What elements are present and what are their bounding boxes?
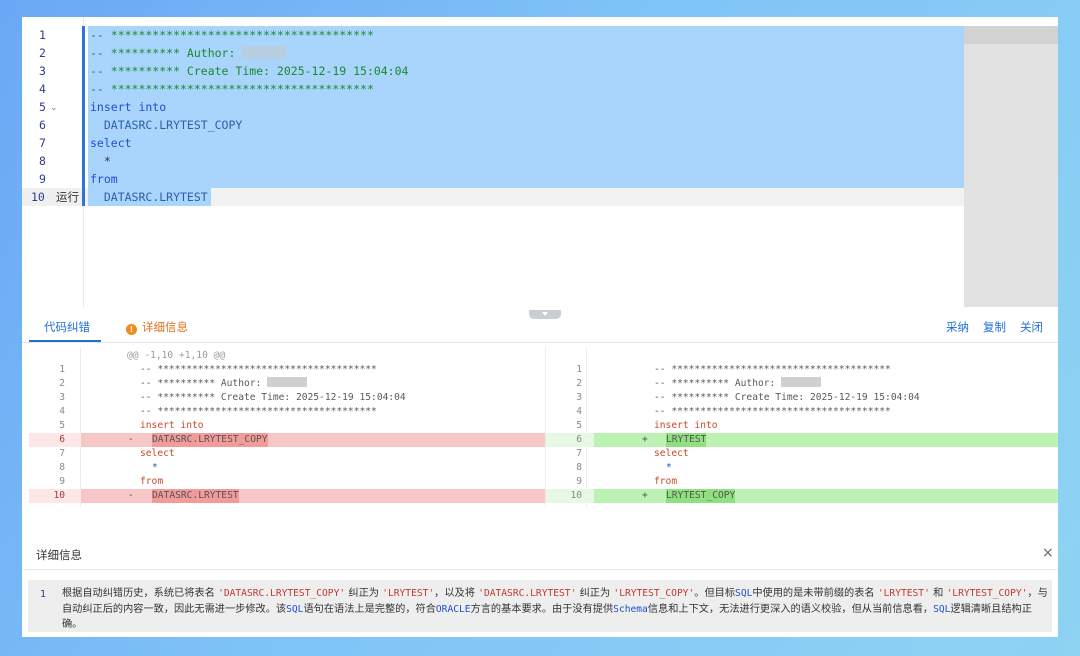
diff-minus-marker: - — [128, 490, 134, 501]
run-button[interactable]: 运行 — [56, 188, 79, 206]
code-line: -- *************************************… — [90, 82, 374, 96]
line-number: 8 — [39, 154, 46, 168]
diff-line-added: 6 + LRYTEST — [546, 433, 1058, 447]
redacted-author — [267, 377, 308, 387]
code-line: DATASRC.LRYTEST_COPY — [90, 118, 243, 132]
line-number: 3 — [39, 64, 46, 78]
sql-editor[interactable]: 1 2 3 4 5 ⌄ 6 7 8 9 10 运行 -- *************… — [22, 17, 1058, 307]
line-number: 1 — [39, 28, 46, 42]
code-line: -- ********** Create Time: 2025-12-19 15… — [90, 64, 409, 78]
diff-line: 3 -- ********** Create Time: 2025-12-19 1… — [576, 392, 920, 403]
code-line: -- *************************************… — [90, 28, 374, 42]
message-line-number: 1 — [40, 589, 47, 600]
diff-line: 2 -- ********** Author: — [546, 377, 1058, 391]
diff-plus-marker: + — [642, 434, 648, 445]
diff-hunk-header: @@ -1,10 +1,10 @@ — [127, 350, 226, 361]
detail-message-box: 1 根据自动纠错历史，系统已将表名 'DATASRC.LRYTEST_COPY'… — [28, 580, 1052, 632]
code-line: -- ********** Author: — [90, 44, 287, 62]
diff-line: 1 -- ************************************… — [576, 364, 891, 375]
diff-line: 2 -- ********** Author: — [29, 377, 545, 391]
line-number: 7 — [39, 136, 46, 150]
diff-original-pane: @@ -1,10 +1,10 @@ 1 -- ******************… — [29, 347, 545, 507]
diff-line: 5 insert into — [576, 420, 718, 431]
diff-line-added: 10 + LRYTEST_COPY — [546, 489, 1058, 503]
diff-line: 4 -- ************************************… — [59, 406, 377, 417]
diff-line: 7 select — [59, 448, 175, 459]
tab-details[interactable]: ! 详细信息 — [126, 319, 188, 335]
diff-line: 5 insert into — [59, 420, 204, 431]
diff-minus-marker: - — [128, 434, 134, 445]
diff-line-removed: 6- DATASRC.LRYTEST_COPY — [29, 433, 545, 447]
diff-line: 7 select — [576, 448, 689, 459]
code-line: * — [90, 154, 111, 168]
redacted-author — [242, 46, 287, 59]
adopt-button[interactable]: 采纳 — [946, 319, 969, 335]
minimap-thumb[interactable] — [964, 26, 1058, 44]
line-number: 5 ⌄ — [22, 98, 84, 116]
line-number: 6 — [39, 118, 46, 132]
redacted-author — [781, 377, 822, 387]
detail-panel-divider — [22, 569, 1058, 570]
tab-code-correction[interactable]: 代码纠错 — [44, 319, 90, 335]
current-line-highlight — [84, 188, 964, 206]
app-window: 1 2 3 4 5 ⌄ 6 7 8 9 10 运行 -- *************… — [22, 17, 1058, 637]
diff-line: 9 from — [576, 476, 678, 487]
code-line: select — [90, 136, 132, 150]
active-tab-underline — [29, 340, 101, 342]
selection-marker — [82, 26, 85, 206]
diff-line: 8 * — [576, 462, 672, 473]
diff-line: 1 -- ************************************… — [59, 364, 377, 375]
panel-resize-handle[interactable] — [529, 310, 561, 319]
diff-line: 9 from — [59, 476, 164, 487]
close-icon[interactable]: × — [1042, 545, 1054, 561]
copy-button[interactable]: 复制 — [983, 319, 1006, 335]
diff-plus-marker: + — [642, 490, 648, 501]
diff-viewer: @@ -1,10 +1,10 @@ 1 -- ******************… — [22, 347, 1058, 507]
line-number: 9 — [39, 172, 46, 186]
diff-line: 4 -- ************************************… — [576, 406, 891, 417]
code-line: insert into — [90, 100, 167, 114]
line-number: 2 — [39, 46, 46, 60]
diff-line-removed: 10- DATASRC.LRYTEST — [29, 489, 545, 503]
code-line: DATASRC.LRYTEST — [90, 190, 208, 204]
fold-chevron-icon[interactable]: ⌄ — [50, 99, 58, 117]
diff-line: 8 * — [59, 462, 158, 473]
diff-modified-pane: 1 -- ************************************… — [546, 347, 1058, 507]
diff-line: 3 -- ********** Create Time: 2025-12-19 1… — [59, 392, 406, 403]
minimap[interactable] — [964, 26, 1058, 307]
code-line: from — [90, 172, 118, 186]
detail-panel-title: 详细信息 — [36, 548, 82, 562]
line-number: 4 — [39, 82, 46, 96]
warning-icon: ! — [126, 324, 137, 335]
close-button[interactable]: 关闭 — [1020, 319, 1043, 335]
line-number: 10 运行 — [22, 188, 84, 206]
detail-message-text: 根据自动纠错历史，系统已将表名 'DATASRC.LRYTEST_COPY' 纠… — [62, 588, 1048, 630]
line-number-gutter: 1 2 3 4 5 ⌄ 6 7 8 9 10 运行 — [22, 17, 84, 307]
